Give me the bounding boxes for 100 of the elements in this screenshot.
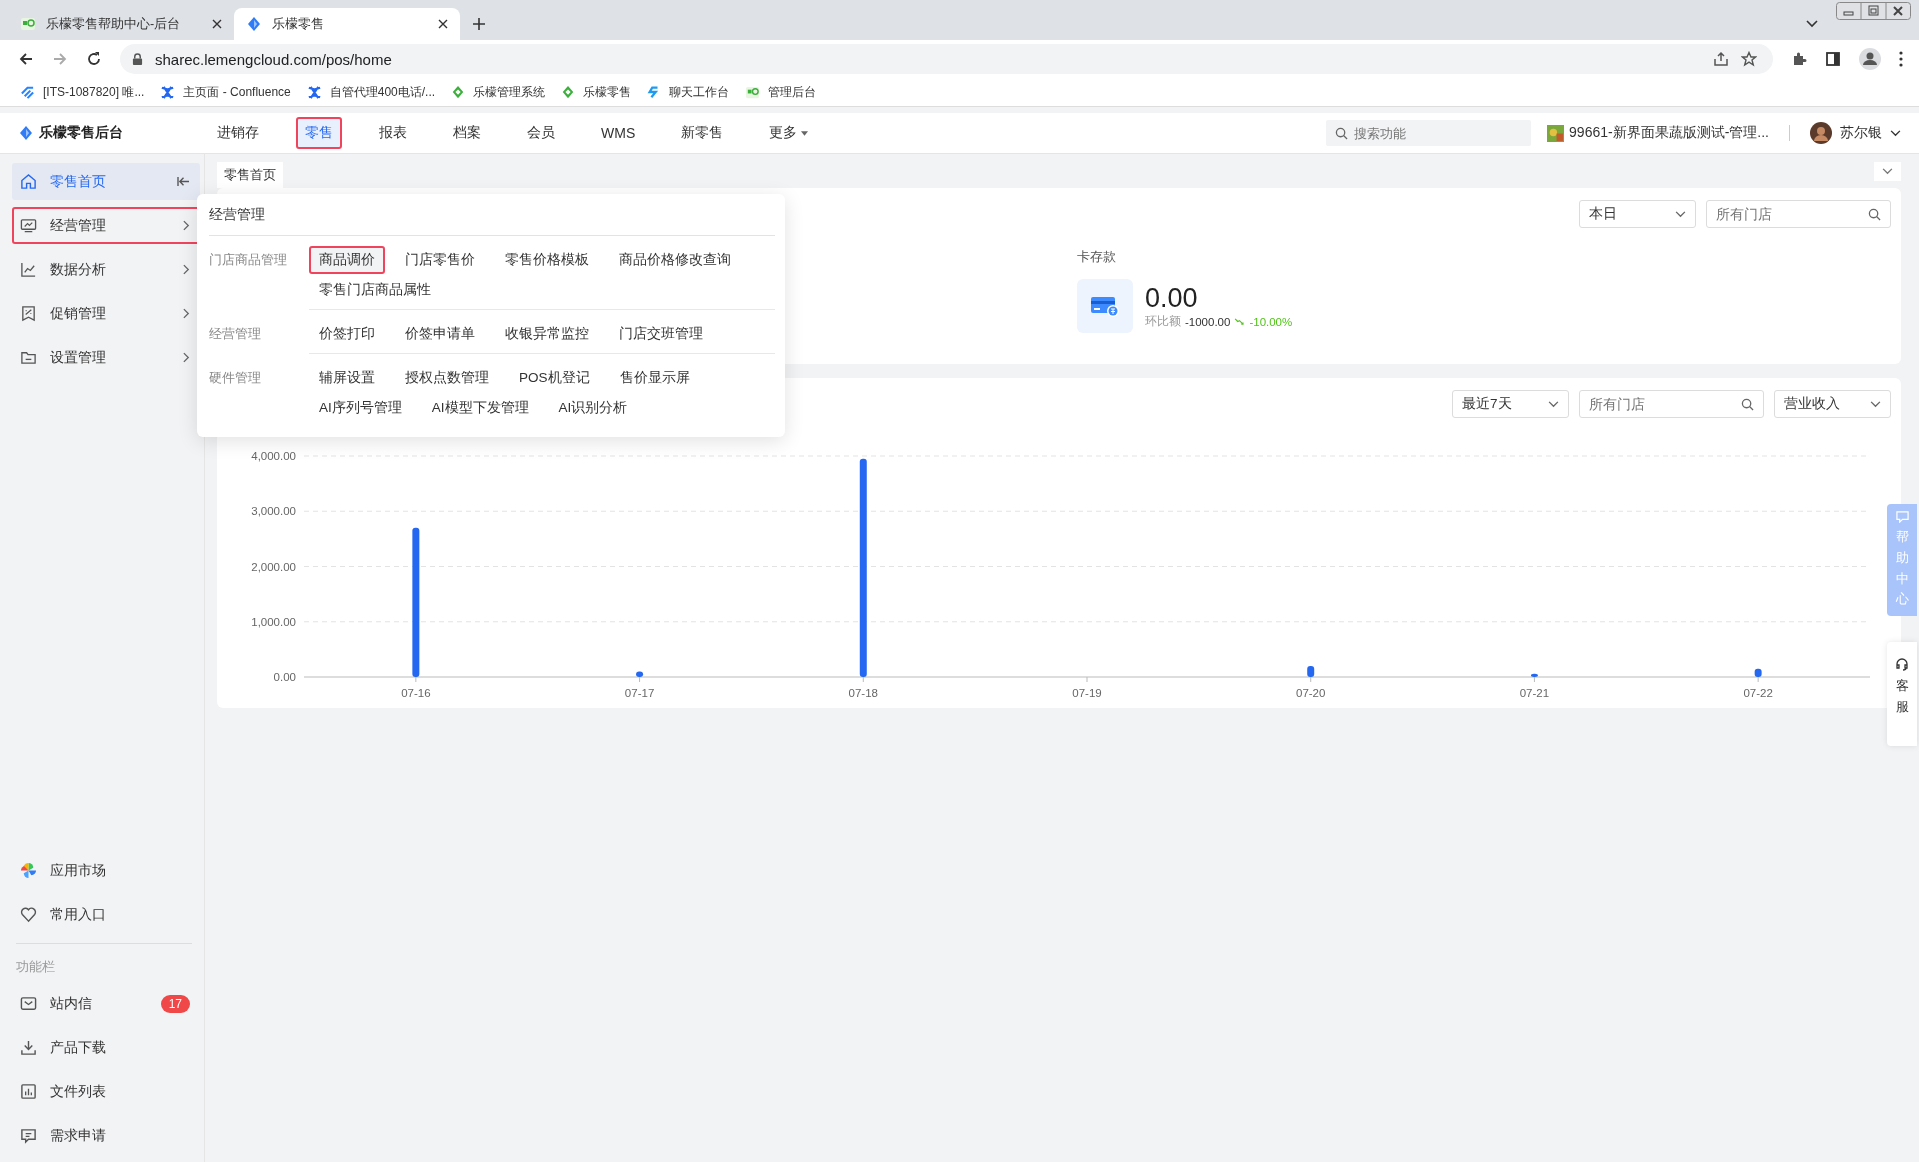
bar bbox=[1307, 665, 1315, 677]
menu-link[interactable]: 价签打印 bbox=[309, 320, 385, 348]
side-panel-icon[interactable] bbox=[1825, 51, 1841, 67]
coupon-icon bbox=[20, 305, 37, 322]
sidebar-item[interactable]: 需求申请 bbox=[12, 1117, 200, 1154]
nav-tab[interactable]: 零售 bbox=[296, 117, 342, 149]
change-percent: -10.00% bbox=[1249, 315, 1293, 328]
menu-link[interactable]: 商品调价 bbox=[309, 246, 385, 274]
profile-icon[interactable] bbox=[1859, 48, 1881, 70]
sidebar-item[interactable]: 促销管理 bbox=[12, 295, 200, 332]
menu-link[interactable]: 价签申请单 bbox=[395, 320, 485, 348]
unread-count: 17 bbox=[160, 994, 190, 1013]
close-icon[interactable] bbox=[212, 19, 222, 29]
chevron-down-icon[interactable] bbox=[1806, 20, 1818, 28]
bookmark[interactable]: 乐檬零售 bbox=[561, 83, 632, 101]
close-icon[interactable] bbox=[438, 19, 448, 29]
message-icon bbox=[1895, 510, 1909, 523]
sidebar-item[interactable]: 零售首页 bbox=[12, 163, 200, 200]
bar bbox=[636, 671, 644, 677]
x-tick-label: 07-21 bbox=[1519, 687, 1550, 699]
back-icon[interactable] bbox=[18, 51, 34, 67]
metric-value: 0.00 bbox=[1145, 283, 1199, 314]
bookmark[interactable]: 聊天工作台 bbox=[647, 83, 730, 101]
menu-icon[interactable] bbox=[1899, 51, 1903, 67]
chevron-down-icon[interactable] bbox=[1890, 129, 1901, 137]
sidebar-item[interactable]: 文件列表 bbox=[12, 1073, 200, 1110]
sidebar-item[interactable]: 设置管理 bbox=[12, 339, 200, 376]
nav-tab[interactable]: 档案 bbox=[444, 117, 490, 149]
nav-tab[interactable]: 会员 bbox=[518, 117, 564, 149]
y-tick-label: 1,000.00 bbox=[251, 615, 296, 628]
sidebar-item[interactable]: 数据分析 bbox=[12, 251, 200, 288]
menu-link[interactable]: 门店交班管理 bbox=[609, 320, 713, 348]
sidebar-item[interactable]: 常用入口 bbox=[12, 896, 200, 933]
y-tick-label: 4,000.00 bbox=[251, 450, 296, 462]
avatar-icon[interactable] bbox=[1810, 122, 1832, 144]
search-icon bbox=[1868, 208, 1881, 221]
bookmark[interactable]: [ITS-1087820] 唯... bbox=[20, 83, 145, 101]
menu-link[interactable]: 辅屏设置 bbox=[309, 364, 385, 392]
heart-icon bbox=[20, 906, 37, 923]
reload-icon[interactable] bbox=[86, 51, 102, 67]
page-tab[interactable]: 零售首页 bbox=[217, 162, 283, 188]
menu-link[interactable]: 零售门店商品属性 bbox=[309, 276, 441, 304]
menu-title: 经营管理 bbox=[209, 202, 775, 236]
puzzle-icon[interactable] bbox=[1791, 51, 1807, 67]
store-search-field[interactable]: 所有门店 bbox=[1579, 390, 1764, 418]
sidebar-item[interactable]: 经营管理 bbox=[12, 207, 200, 244]
measure-select[interactable]: 营业收入 bbox=[1774, 390, 1891, 418]
star-icon[interactable] bbox=[1741, 51, 1757, 67]
period-select[interactable]: 本日 bbox=[1579, 200, 1696, 228]
search-icon bbox=[1741, 398, 1754, 411]
nav-tab[interactable]: 进销存 bbox=[208, 117, 268, 149]
download-icon bbox=[20, 1039, 37, 1056]
browser-tab[interactable]: 乐檬零售 bbox=[234, 8, 460, 40]
menu-link[interactable]: POS机登记 bbox=[509, 364, 600, 392]
y-tick-label: 0.00 bbox=[273, 671, 296, 683]
menu-link[interactable]: 授权点数管理 bbox=[395, 364, 499, 392]
sidebar-item[interactable]: 产品下载 bbox=[12, 1029, 200, 1066]
more-menu[interactable]: 更多 bbox=[760, 117, 818, 149]
nav-tab[interactable]: 新零售 bbox=[672, 117, 733, 149]
folder-icon bbox=[20, 349, 37, 366]
bookmark[interactable]: 主页面 - Confluence bbox=[160, 83, 291, 101]
menu-link[interactable]: 收银异常监控 bbox=[495, 320, 599, 348]
user-name[interactable]: 苏尔银 bbox=[1840, 124, 1882, 142]
menu-link[interactable]: 门店零售价 bbox=[395, 246, 485, 274]
chevron-down-icon bbox=[1870, 400, 1881, 408]
menu-link[interactable]: 售价显示屏 bbox=[609, 364, 700, 392]
collapse-icon[interactable] bbox=[177, 176, 190, 187]
store-search-field[interactable]: 所有门店 bbox=[1706, 200, 1891, 228]
card-payment-icon bbox=[1077, 279, 1133, 333]
nav-tab[interactable]: 报表 bbox=[370, 117, 416, 149]
x-tick-label: 07-18 bbox=[848, 687, 878, 699]
bookmark[interactable]: 管理后台 bbox=[745, 83, 817, 101]
period-select[interactable]: 最近7天 bbox=[1452, 390, 1569, 418]
diamond-logo-icon bbox=[451, 85, 466, 99]
menu-link[interactable]: 商品价格修改查询 bbox=[609, 246, 741, 274]
menu-link[interactable]: AI模型下发管理 bbox=[421, 394, 539, 422]
share-icon[interactable] bbox=[1713, 51, 1729, 67]
customer-service-tab[interactable]: 客服 bbox=[1887, 642, 1917, 746]
x-tick-label: 07-16 bbox=[401, 687, 431, 699]
sidebar-item[interactable]: 站内信 17 bbox=[12, 985, 200, 1022]
lemon-logo-icon bbox=[745, 84, 761, 100]
browser-tab[interactable]: 乐檬零售帮助中心-后台 bbox=[8, 8, 234, 40]
menu-link[interactable]: AI序列号管理 bbox=[309, 394, 412, 422]
x-tick-label: 07-22 bbox=[1743, 687, 1773, 699]
x-tick-label: 07-20 bbox=[1296, 687, 1326, 699]
nav-tab[interactable]: WMS bbox=[592, 118, 645, 148]
store-name[interactable]: 99661-新界面果蔬版测试-管理... bbox=[1569, 124, 1769, 142]
plus-icon[interactable] bbox=[472, 17, 486, 31]
search-field[interactable]: 搜索功能 bbox=[1326, 120, 1532, 146]
window-controls[interactable] bbox=[1836, 2, 1911, 20]
home-icon bbox=[20, 173, 37, 190]
y-tick-label: 2,000.00 bbox=[251, 560, 296, 573]
group-label: 硬件管理 bbox=[209, 369, 262, 387]
diamond-logo-icon bbox=[18, 124, 34, 142]
sidebar-item[interactable]: 应用市场 bbox=[12, 852, 200, 889]
bookmark[interactable]: 乐檬管理系统 bbox=[451, 83, 546, 101]
menu-link[interactable]: AI识别分析 bbox=[548, 394, 638, 422]
menu-link[interactable]: 零售价格模板 bbox=[495, 246, 599, 274]
bookmark[interactable]: 自管代理400电话/... bbox=[306, 83, 436, 101]
address-bar[interactable]: sharec.lemengcloud.com/pos/home bbox=[120, 44, 1773, 74]
